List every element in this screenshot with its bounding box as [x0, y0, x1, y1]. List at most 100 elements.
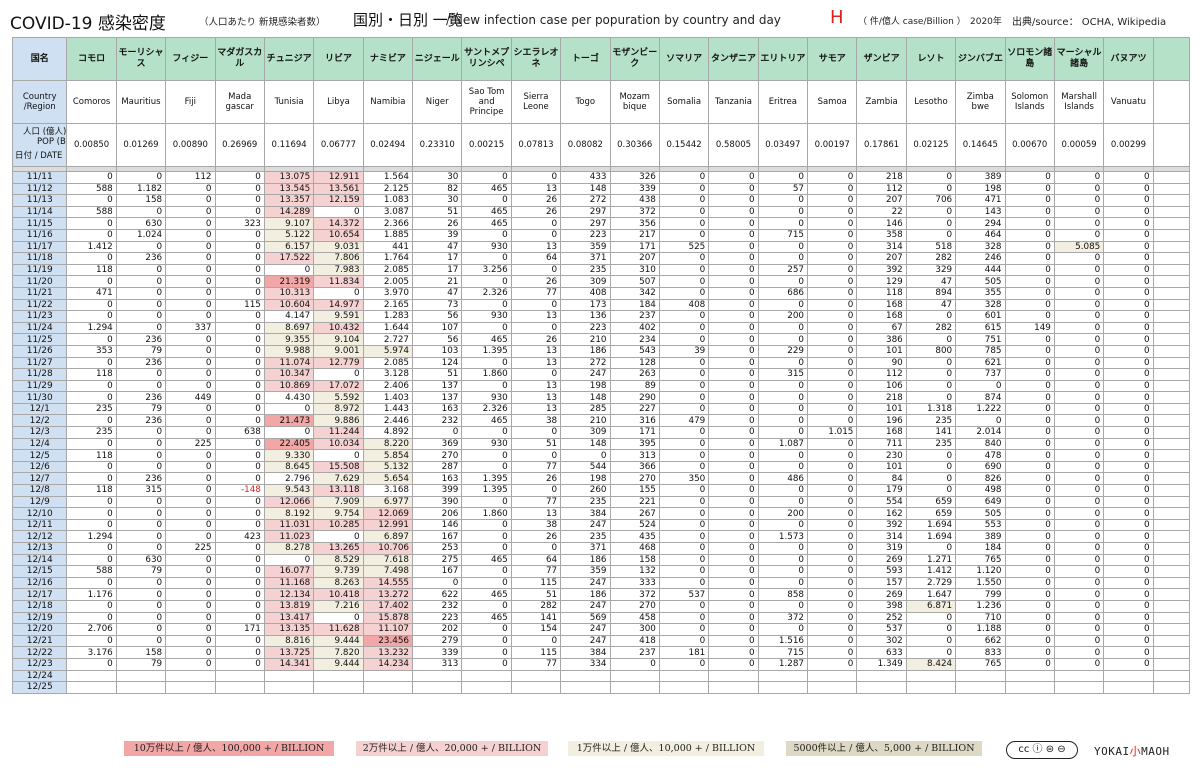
value-cell: 544	[560, 460, 611, 474]
value-cell: 2.796	[263, 472, 315, 486]
value-cell: 0	[757, 171, 809, 184]
value-cell: 2.005	[362, 275, 414, 288]
value-cell: 7.820	[313, 646, 364, 659]
value-cell: 56	[412, 310, 463, 323]
value-cell: 227	[609, 402, 660, 416]
value-cell: 465	[461, 205, 512, 219]
value-cell: 0	[165, 240, 216, 254]
row-extra-cell	[1152, 611, 1191, 625]
value-cell: 372	[609, 588, 660, 601]
value-cell	[263, 681, 315, 694]
value-cell: 82	[412, 182, 463, 196]
row-extra-cell	[1152, 518, 1191, 532]
value-cell: 57	[757, 182, 809, 196]
value-cell: 1.644	[362, 321, 414, 335]
value-cell	[955, 681, 1006, 694]
value-cell	[362, 669, 414, 683]
value-cell: 0	[165, 449, 216, 462]
value-cell: 372	[757, 611, 809, 625]
value-cell: 14.372	[313, 217, 364, 230]
value-cell: 1.412	[905, 565, 957, 578]
value-cell: 0	[807, 252, 858, 265]
value-cell: 0	[165, 657, 216, 671]
value-cell: 0	[510, 484, 562, 497]
row-extra-cell	[1152, 588, 1191, 601]
value-cell: 0	[658, 228, 710, 242]
value-cell: 402	[609, 321, 660, 335]
value-cell: 0	[658, 368, 710, 381]
value-cell: 247	[560, 599, 611, 613]
value-cell: 198	[560, 472, 611, 486]
value-cell: 158	[115, 194, 167, 207]
value-cell: 441	[362, 240, 414, 254]
value-cell: 1.176	[66, 588, 117, 601]
value-cell: 662	[955, 634, 1006, 648]
value-cell: 0	[461, 275, 512, 288]
value-cell: -148	[214, 484, 265, 497]
date-cell: 12/24	[11, 669, 68, 683]
value-cell: 9.001	[313, 344, 364, 358]
value-cell	[510, 669, 562, 683]
value-cell: 0	[905, 646, 957, 659]
value-cell: 9.988	[263, 344, 315, 358]
value-cell: 107	[412, 321, 463, 335]
table-row: 12/9 0 0 0 0 12.066 7.909 6.977 390 0 77 235 221 0 0 0 0…	[11, 495, 1191, 509]
value-cell: 223	[560, 321, 611, 335]
value-cell: 8.424	[905, 657, 957, 671]
value-cell: 47	[905, 275, 957, 288]
value-cell: 0	[165, 623, 216, 636]
value-cell: 171	[609, 240, 660, 254]
population-value: 0.02125	[905, 123, 957, 167]
value-cell: 3.970	[362, 286, 414, 300]
value-cell: 0	[1004, 182, 1055, 196]
value-cell: 0	[807, 356, 858, 370]
country-en: Mada gascar	[214, 80, 265, 124]
country-jp: マダガスカル	[214, 37, 265, 81]
value-cell: 0	[313, 368, 364, 381]
value-cell: 0	[1053, 333, 1105, 346]
value-cell: 141	[905, 426, 957, 439]
row-extra-cell	[1152, 263, 1191, 277]
value-cell: 0	[461, 379, 512, 393]
value-cell: 247	[560, 518, 611, 532]
page-title: COVID-19 感染密度	[10, 14, 166, 34]
value-cell: 0	[807, 333, 858, 346]
value-cell: 115	[510, 646, 562, 659]
value-cell: 449	[165, 391, 216, 404]
population-value: 0.23310	[412, 123, 463, 167]
value-cell	[708, 681, 759, 694]
value-cell: 0	[1053, 460, 1105, 474]
value-cell: 2.085	[362, 356, 414, 370]
country-jp: モザンビーク	[609, 37, 660, 81]
value-cell: 0	[1053, 379, 1105, 393]
value-cell: 0	[1103, 194, 1154, 207]
value-cell: 0	[708, 553, 759, 567]
value-cell: 0	[757, 414, 809, 428]
value-cell: 0	[1053, 275, 1105, 288]
value-cell: 8.192	[263, 507, 315, 520]
value-cell: 22.405	[263, 437, 315, 451]
value-cell: 0	[214, 437, 265, 451]
value-cell: 30	[412, 194, 463, 207]
value-cell: 1.412	[66, 240, 117, 254]
value-cell: 0	[1004, 611, 1055, 625]
value-cell: 1.083	[362, 194, 414, 207]
value-cell: 358	[856, 228, 907, 242]
value-cell: 200	[757, 310, 809, 323]
value-cell: 225	[165, 437, 216, 451]
value-cell: 0	[757, 426, 809, 439]
row-extra-cell	[1152, 275, 1191, 288]
corner-country-en: Country /Region	[11, 80, 68, 124]
value-cell: 236	[115, 391, 167, 404]
value-cell: 0	[165, 472, 216, 486]
value-cell: 0	[115, 507, 167, 520]
corner-pop-date: 人口 (億人)POP (Billion) 日付 / DATE	[11, 123, 68, 167]
row-extra-cell	[1152, 495, 1191, 509]
value-cell: 0	[1053, 657, 1105, 671]
value-cell: 1.087	[757, 437, 809, 451]
value-cell: 106	[856, 379, 907, 393]
value-cell: 858	[757, 588, 809, 601]
value-cell: 5.085	[1053, 240, 1105, 254]
value-cell: 0	[955, 414, 1006, 428]
value-cell: 593	[856, 565, 907, 578]
